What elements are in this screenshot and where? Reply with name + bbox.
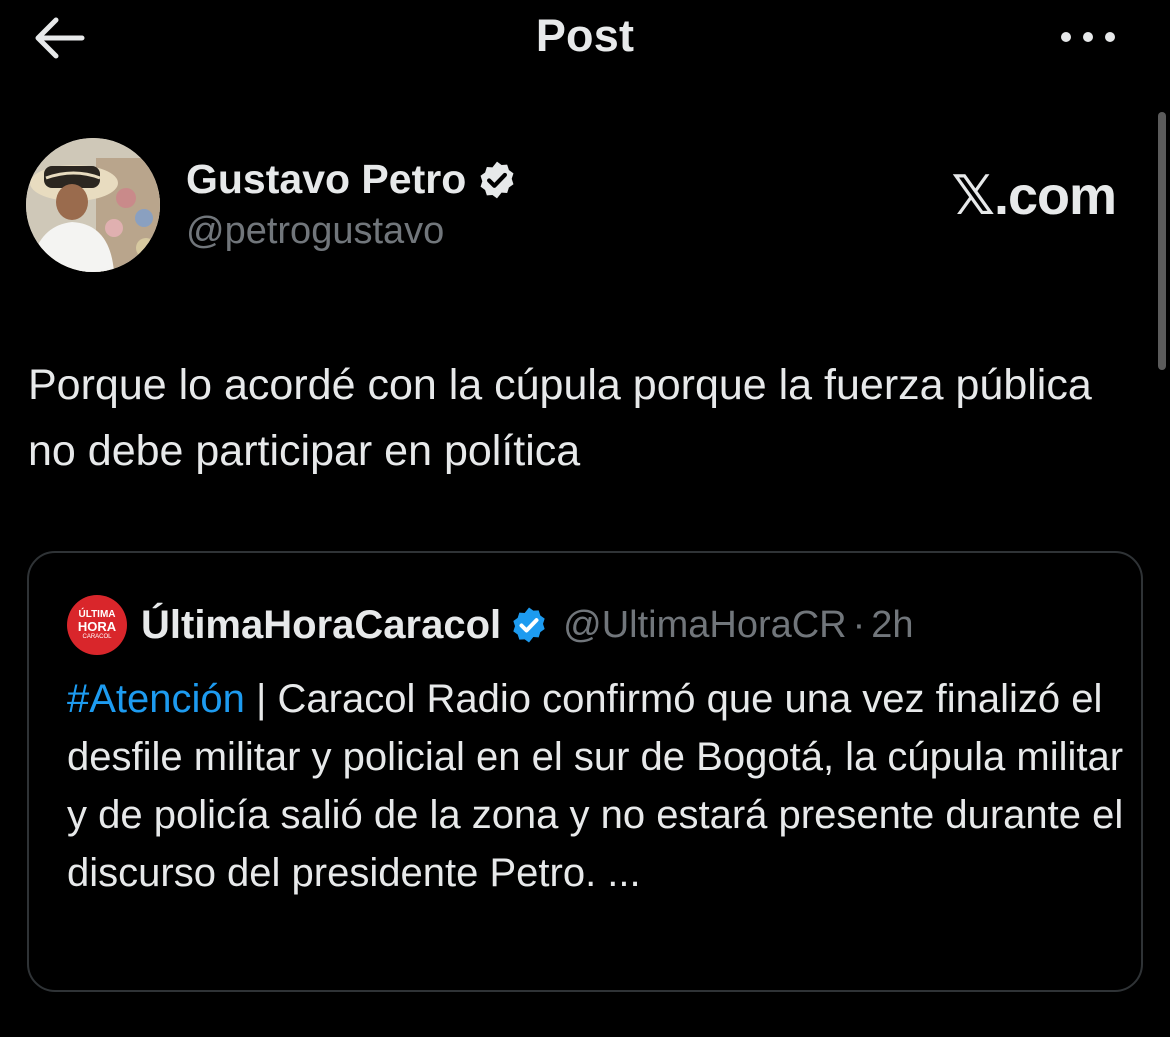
avatar-image — [26, 138, 160, 272]
quoted-avatar[interactable]: ÚLTIMA HORA CARACOL — [67, 595, 127, 655]
more-options-button[interactable] — [1058, 22, 1118, 52]
author-name-text: Gustavo Petro — [186, 156, 467, 202]
verified-badge-icon — [509, 605, 563, 645]
author-handle[interactable]: @petrogustavo — [186, 210, 444, 253]
post-view: Post Gustavo Petro @petrogustavo 𝕏.com P… — [0, 0, 1170, 1037]
quoted-post-text: #Atención | Caracol Radio confirmó que u… — [67, 670, 1127, 902]
scrollbar[interactable] — [1158, 112, 1166, 370]
quoted-avatar-line-3: CARACOL — [82, 634, 112, 640]
page-title: Post — [535, 10, 635, 61]
xcom-watermark: 𝕏.com — [951, 166, 1117, 226]
quoted-author-name[interactable]: ÚltimaHoraCaracol — [141, 603, 501, 648]
avatar[interactable] — [26, 138, 160, 272]
separator-dot: · — [852, 603, 866, 646]
quoted-avatar-line-2: HORA — [77, 619, 117, 634]
top-bar: Post — [0, 0, 1170, 80]
quoted-post[interactable]: ÚLTIMA HORA CARACOL ÚltimaHoraCaracol @U… — [27, 551, 1143, 992]
post-text: Porque lo acordé con la cúpula porque la… — [28, 361, 1092, 475]
quoted-timestamp[interactable]: 2h — [871, 604, 913, 647]
post-author: Gustavo Petro @petrogustavo 𝕏.com — [26, 138, 1136, 278]
hashtag-link[interactable]: #Atención — [67, 677, 245, 721]
quoted-author-handle[interactable]: @UltimaHoraCR — [563, 604, 847, 647]
more-horizontal-icon — [1061, 32, 1115, 42]
author-name[interactable]: Gustavo Petro — [186, 156, 518, 203]
verified-badge-icon — [476, 159, 518, 201]
quoted-post-header: ÚLTIMA HORA CARACOL ÚltimaHoraCaracol @U… — [67, 595, 914, 655]
